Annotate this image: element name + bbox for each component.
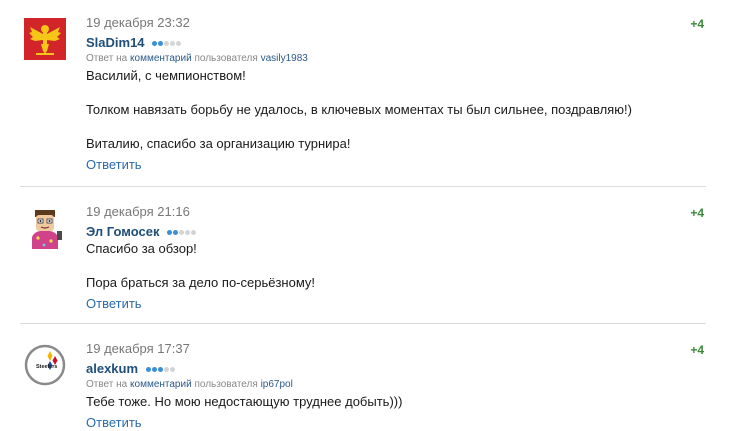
comment-date: 19 декабря 21:16 xyxy=(86,204,190,219)
rank-dot xyxy=(164,41,169,47)
reply-user-link[interactable]: ip67pol xyxy=(261,379,293,390)
rank-dot xyxy=(151,367,157,373)
rank-dot xyxy=(176,41,181,47)
comment-line: Пора браться за дело по-серьёзному! xyxy=(86,275,316,290)
reply-button[interactable]: Ответить xyxy=(86,414,706,431)
comment-text: Василий, с чемпионством! Толком навязать… xyxy=(86,67,706,152)
reply-to-line: Ответ на комментарий пользователя ip67po… xyxy=(86,379,293,390)
rank-dots xyxy=(152,33,182,50)
comment-line: Виталию, спасибо за организацию турнира! xyxy=(86,136,351,151)
reply-comment-link[interactable]: комментарий xyxy=(130,379,192,390)
cartoon-character-icon xyxy=(24,207,66,249)
rank-dot xyxy=(169,367,175,373)
author-link[interactable]: SlaDim14 xyxy=(86,35,145,50)
reply-user-link[interactable]: vasily1983 xyxy=(261,53,308,64)
author-link[interactable]: Эл Гомосек xyxy=(86,224,159,239)
coat-of-arms-icon xyxy=(24,18,66,60)
rank-dot xyxy=(166,230,172,236)
comment-text: Тебе тоже. Но мою недостающую труднее до… xyxy=(86,393,706,410)
author-link[interactable]: alexkum xyxy=(86,361,138,376)
rank-dot xyxy=(178,230,184,236)
rank-dot xyxy=(157,367,163,373)
comment-line: Василий, с чемпионством! xyxy=(86,68,246,83)
comment-date: 19 декабря 23:32 xyxy=(86,15,190,30)
rank-dot xyxy=(172,230,178,236)
reply-to-line: Ответ на комментарий пользователя vasily… xyxy=(86,53,308,64)
avatar[interactable] xyxy=(24,207,66,249)
rank-dot xyxy=(145,367,151,373)
steelers-logo-icon: Steelers xyxy=(24,344,66,386)
rank-dot xyxy=(184,230,190,236)
comment-date: 19 декабря 17:37 xyxy=(86,341,190,356)
avatar[interactable] xyxy=(24,18,66,60)
rank-dot xyxy=(190,230,196,236)
svg-text:Steelers: Steelers xyxy=(36,364,57,370)
reply-comment-link[interactable]: комментарий xyxy=(130,53,192,64)
comment-line: Тебе тоже. Но мою недостающую труднее до… xyxy=(86,394,403,409)
rank-dot xyxy=(170,41,175,47)
comment-line: Толком навязать борьбу не удалось, в клю… xyxy=(86,102,632,117)
avatar[interactable]: Steelers xyxy=(24,344,66,386)
comment-line: Спасибо за обзор! xyxy=(86,241,197,256)
comment-divider xyxy=(20,323,706,324)
rank-dot xyxy=(158,41,163,47)
reply-button[interactable]: Ответить xyxy=(86,295,706,312)
comment-divider xyxy=(20,186,706,187)
rank-dots xyxy=(166,222,197,239)
comment-text: Спасибо за обзор! Пора браться за дело п… xyxy=(86,240,706,291)
rank-dots xyxy=(145,359,176,376)
rank-dot xyxy=(163,367,169,373)
rank-dot xyxy=(152,41,157,47)
reply-button[interactable]: Ответить xyxy=(86,156,706,173)
